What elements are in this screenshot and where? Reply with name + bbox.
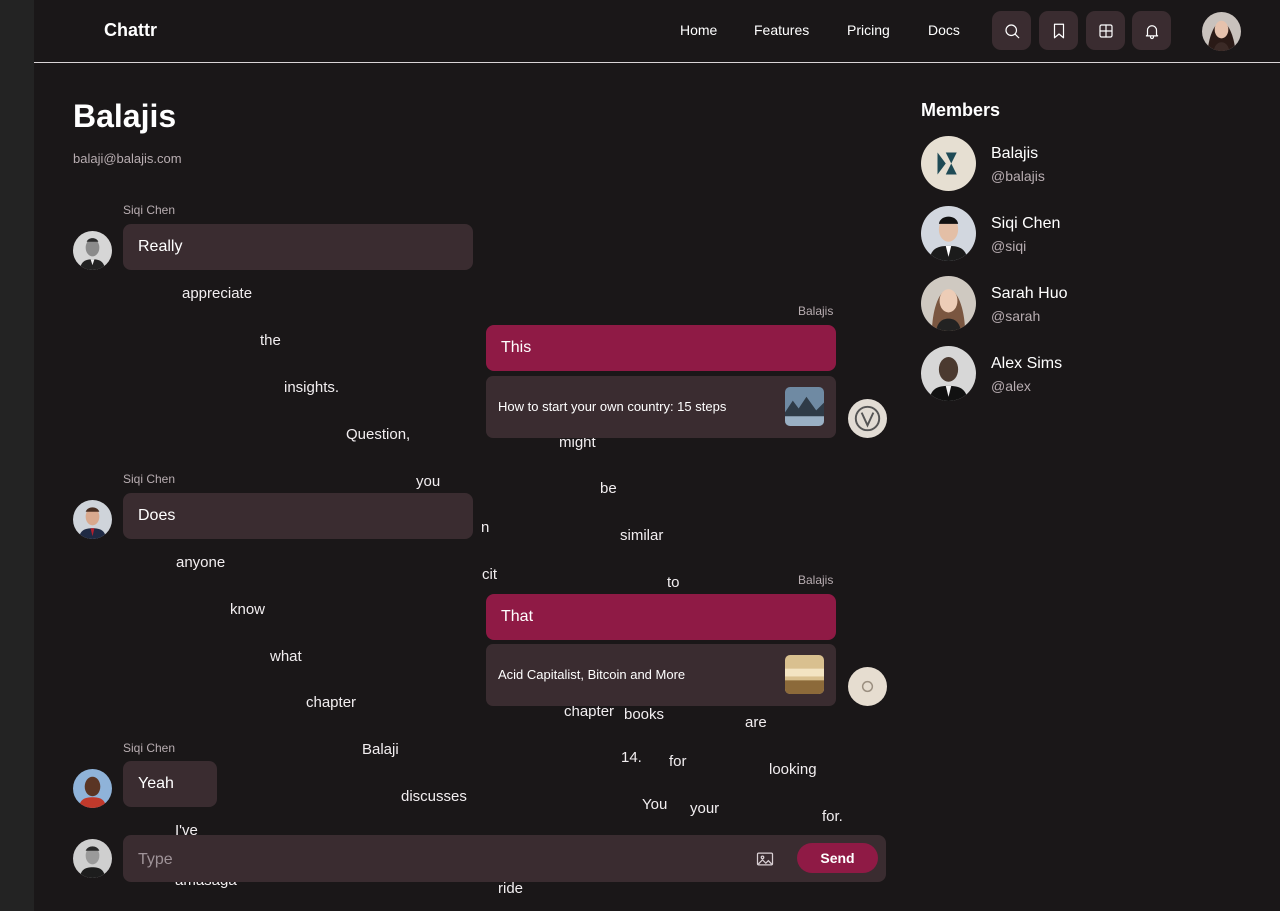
message-word: Balaji <box>362 741 399 758</box>
message-word: books <box>624 706 665 723</box>
nav-home[interactable]: Home <box>680 22 717 38</box>
grid-icon <box>1098 23 1113 38</box>
message-word: for. <box>822 808 843 825</box>
message-word: for <box>669 753 687 770</box>
members-title: Members <box>921 100 1001 120</box>
sender-avatar[interactable] <box>848 399 887 438</box>
link-preview-card[interactable]: How to start your own country: 15 steps <box>486 376 836 438</box>
member-handle: @siqi <box>991 238 1027 254</box>
sender-avatar[interactable] <box>848 667 887 706</box>
top-navbar: Chattr Home Features Pricing Docs <box>34 0 1280 63</box>
message-composer: Send <box>123 835 886 884</box>
channel-email: balaji@balajis.com <box>73 151 182 166</box>
message-word: chapter <box>306 694 357 711</box>
member-avatar[interactable] <box>921 276 976 331</box>
message-word: appreciate <box>182 285 253 302</box>
member-name[interactable]: Alex Sims <box>991 355 1062 373</box>
message-sender: Balajis <box>798 304 834 318</box>
left-edge-bar <box>0 0 34 911</box>
composer-avatar <box>73 839 112 878</box>
message-word: cit <box>482 566 497 583</box>
message-bubble: Yeah <box>123 761 217 807</box>
member-avatar[interactable] <box>921 346 976 401</box>
link-preview-thumbnail <box>785 655 824 694</box>
message-input[interactable] <box>123 835 740 884</box>
member-avatar[interactable] <box>921 136 976 191</box>
bell-icon <box>1145 24 1158 39</box>
nav-features[interactable]: Features <box>754 22 809 38</box>
sender-avatar[interactable] <box>73 769 112 808</box>
nav-pricing[interactable]: Pricing <box>847 22 890 38</box>
message-word: what <box>270 648 302 665</box>
message-sender: Balajis <box>798 573 834 587</box>
bookmark-button[interactable] <box>1039 11 1078 50</box>
message-bubble: Does <box>123 493 473 539</box>
link-preview-title: How to start your own country: 15 steps <box>498 399 727 414</box>
message-word: be <box>600 480 617 497</box>
attach-image-button[interactable] <box>755 849 775 869</box>
message-word: you <box>416 473 441 490</box>
member-name[interactable]: Sarah Huo <box>991 285 1068 303</box>
member-avatar[interactable] <box>921 206 976 261</box>
message-bubble: That <box>486 594 836 640</box>
message-bubble: Really <box>123 224 473 270</box>
sender-avatar[interactable] <box>73 500 112 539</box>
message-sender: Siqi Chen <box>123 203 176 217</box>
channel-title: Balajis <box>73 98 177 134</box>
grid-button[interactable] <box>1086 11 1125 50</box>
message-word: You <box>642 796 668 813</box>
link-preview-card[interactable]: Acid Capitalist, Bitcoin and More <box>486 644 836 706</box>
message-word: are <box>745 714 767 731</box>
message-word: your <box>690 800 720 817</box>
message-sender: Siqi Chen <box>123 741 176 755</box>
link-preview-thumbnail <box>785 387 824 426</box>
search-button[interactable] <box>992 11 1031 50</box>
member-name[interactable]: Balajis <box>991 145 1038 163</box>
chat-app: Chattr Home Features Pricing Docs Balaji… <box>34 0 1280 911</box>
member-handle: @balajis <box>991 168 1045 184</box>
member-name[interactable]: Siqi Chen <box>991 215 1060 233</box>
message-bubble: This <box>486 325 836 371</box>
message-word: looking <box>769 761 817 778</box>
bookmark-icon <box>1053 23 1064 38</box>
image-icon <box>756 852 774 866</box>
message-word: to <box>667 574 680 591</box>
brand-logo[interactable]: Chattr <box>104 20 157 41</box>
nav-docs[interactable]: Docs <box>928 22 960 38</box>
message-word: Question, <box>346 426 411 443</box>
message-word: n <box>481 519 490 536</box>
message-word: the <box>260 332 281 349</box>
message-word: 14. <box>621 749 642 766</box>
message-word: discusses <box>401 788 467 805</box>
message-word: anyone <box>176 554 226 571</box>
message-sender: Siqi Chen <box>123 472 176 486</box>
search-icon <box>1004 23 1019 38</box>
link-preview-title: Acid Capitalist, Bitcoin and More <box>498 667 686 682</box>
member-handle: @alex <box>991 378 1031 394</box>
message-word: know <box>230 601 266 618</box>
notifications-button[interactable] <box>1132 11 1171 50</box>
message-word: similar <box>620 527 664 544</box>
sender-avatar[interactable] <box>73 231 112 270</box>
user-avatar[interactable] <box>1202 12 1241 51</box>
member-handle: @sarah <box>991 308 1041 324</box>
message-word: insights. <box>284 379 340 396</box>
send-button[interactable]: Send <box>797 843 878 873</box>
